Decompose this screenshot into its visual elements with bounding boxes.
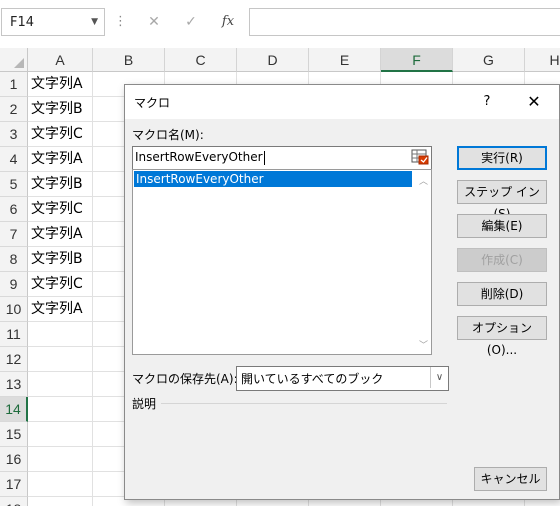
row-header[interactable]: 7 — [0, 222, 28, 247]
cell-a11[interactable] — [28, 322, 93, 347]
dialog-titlebar: マクロ ? ✕ — [125, 85, 559, 119]
range-select-icon[interactable] — [410, 148, 430, 166]
row-header[interactable]: 6 — [0, 197, 28, 222]
insert-function-button[interactable]: fx — [214, 10, 242, 34]
chevron-down-icon[interactable]: ﹀ — [419, 338, 428, 351]
column-header-f[interactable]: F — [381, 48, 453, 72]
column-header-d[interactable]: D — [237, 48, 309, 72]
row-header[interactable]: 9 — [0, 272, 28, 297]
dialog-title: マクロ — [134, 96, 171, 110]
column-header-a[interactable]: A — [28, 48, 93, 72]
help-button[interactable]: ? — [475, 91, 499, 113]
options-button[interactable]: オプション(O)... — [457, 316, 547, 357]
cell-a17[interactable] — [28, 472, 93, 497]
column-header-h[interactable]: H — [525, 48, 560, 72]
cell-a7[interactable]: 文字列A — [28, 222, 93, 247]
row-header[interactable]: 18 — [0, 497, 28, 506]
cancel-button[interactable]: キャンセル — [474, 467, 547, 491]
cell-a5[interactable]: 文字列B — [28, 172, 93, 197]
formula-bar: F14 ▼ ⋮ ✕ ✓ fx — [0, 0, 560, 48]
storage-location-label: マクロの保存先(A): — [132, 372, 238, 386]
run-button[interactable]: 実行(R) — [457, 146, 547, 170]
step-into-button[interactable]: ステップ イン(S) — [457, 180, 547, 221]
delete-button[interactable]: 削除(D) — [457, 282, 547, 306]
cell-a2[interactable]: 文字列B — [28, 97, 93, 122]
row-header[interactable]: 17 — [0, 472, 28, 497]
macro-list[interactable]: InsertRowEveryOther ︿ ﹀ — [132, 169, 432, 355]
macro-name-label: マクロ名(M): — [132, 128, 204, 142]
row-header[interactable]: 8 — [0, 247, 28, 272]
row-header[interactable]: 2 — [0, 97, 28, 122]
description-divider — [161, 403, 447, 404]
cell-a15[interactable] — [28, 422, 93, 447]
row-header[interactable]: 11 — [0, 322, 28, 347]
cell-a13[interactable] — [28, 372, 93, 397]
column-header-e[interactable]: E — [309, 48, 381, 72]
name-box-value: F14 — [10, 15, 35, 30]
cell-a14[interactable] — [28, 397, 93, 422]
column-header-c[interactable]: C — [165, 48, 237, 72]
drag-handle-icon[interactable]: ⋮ — [114, 12, 127, 32]
column-header-g[interactable]: G — [453, 48, 525, 72]
row-header[interactable]: 3 — [0, 122, 28, 147]
macro-dialog: マクロ ? ✕ マクロ名(M): InsertRowEveryOther Ins… — [124, 84, 560, 500]
row-header[interactable]: 13 — [0, 372, 28, 397]
chevron-down-icon[interactable]: ▼ — [91, 17, 98, 27]
cell-a6[interactable]: 文字列C — [28, 197, 93, 222]
cell-a3[interactable]: 文字列C — [28, 122, 93, 147]
storage-location-select[interactable]: 開いているすべてのブック ∨ — [236, 366, 449, 391]
select-all-triangle-icon — [14, 58, 24, 68]
cancel-icon[interactable]: ✕ — [140, 10, 168, 34]
row-header[interactable]: 10 — [0, 297, 28, 322]
macro-name-value: InsertRowEveryOther — [135, 150, 265, 165]
edit-button[interactable]: 編集(E) — [457, 214, 547, 238]
cell-a8[interactable]: 文字列B — [28, 247, 93, 272]
name-box[interactable]: F14 ▼ — [1, 8, 105, 36]
row-header[interactable]: 1 — [0, 72, 28, 97]
cell-a18[interactable] — [28, 497, 93, 506]
macro-name-input[interactable]: InsertRowEveryOther — [132, 146, 432, 170]
row-header[interactable]: 14 — [0, 397, 28, 422]
create-button[interactable]: 作成(C) — [457, 248, 547, 272]
cell-a1[interactable]: 文字列A — [28, 72, 93, 97]
row-header[interactable]: 16 — [0, 447, 28, 472]
row-header[interactable]: 15 — [0, 422, 28, 447]
chevron-down-icon[interactable]: ∨ — [430, 367, 448, 388]
description-label: 説明 — [132, 397, 157, 411]
scrollbar[interactable]: ︿ ﹀ — [414, 170, 431, 354]
close-button[interactable]: ✕ — [521, 90, 547, 114]
cell-a16[interactable] — [28, 447, 93, 472]
enter-icon[interactable]: ✓ — [177, 10, 205, 34]
row-header[interactable]: 4 — [0, 147, 28, 172]
storage-location-value: 開いているすべてのブック — [241, 372, 384, 386]
cell-a10[interactable]: 文字列A — [28, 297, 93, 322]
cell-a4[interactable]: 文字列A — [28, 147, 93, 172]
row-header[interactable]: 12 — [0, 347, 28, 372]
list-item[interactable]: InsertRowEveryOther — [134, 171, 412, 187]
formula-input[interactable] — [249, 8, 560, 36]
chevron-up-icon[interactable]: ︿ — [419, 174, 428, 187]
select-all-button[interactable] — [0, 48, 28, 72]
row-header[interactable]: 5 — [0, 172, 28, 197]
column-header-b[interactable]: B — [93, 48, 165, 72]
cell-a9[interactable]: 文字列C — [28, 272, 93, 297]
cell-a12[interactable] — [28, 347, 93, 372]
